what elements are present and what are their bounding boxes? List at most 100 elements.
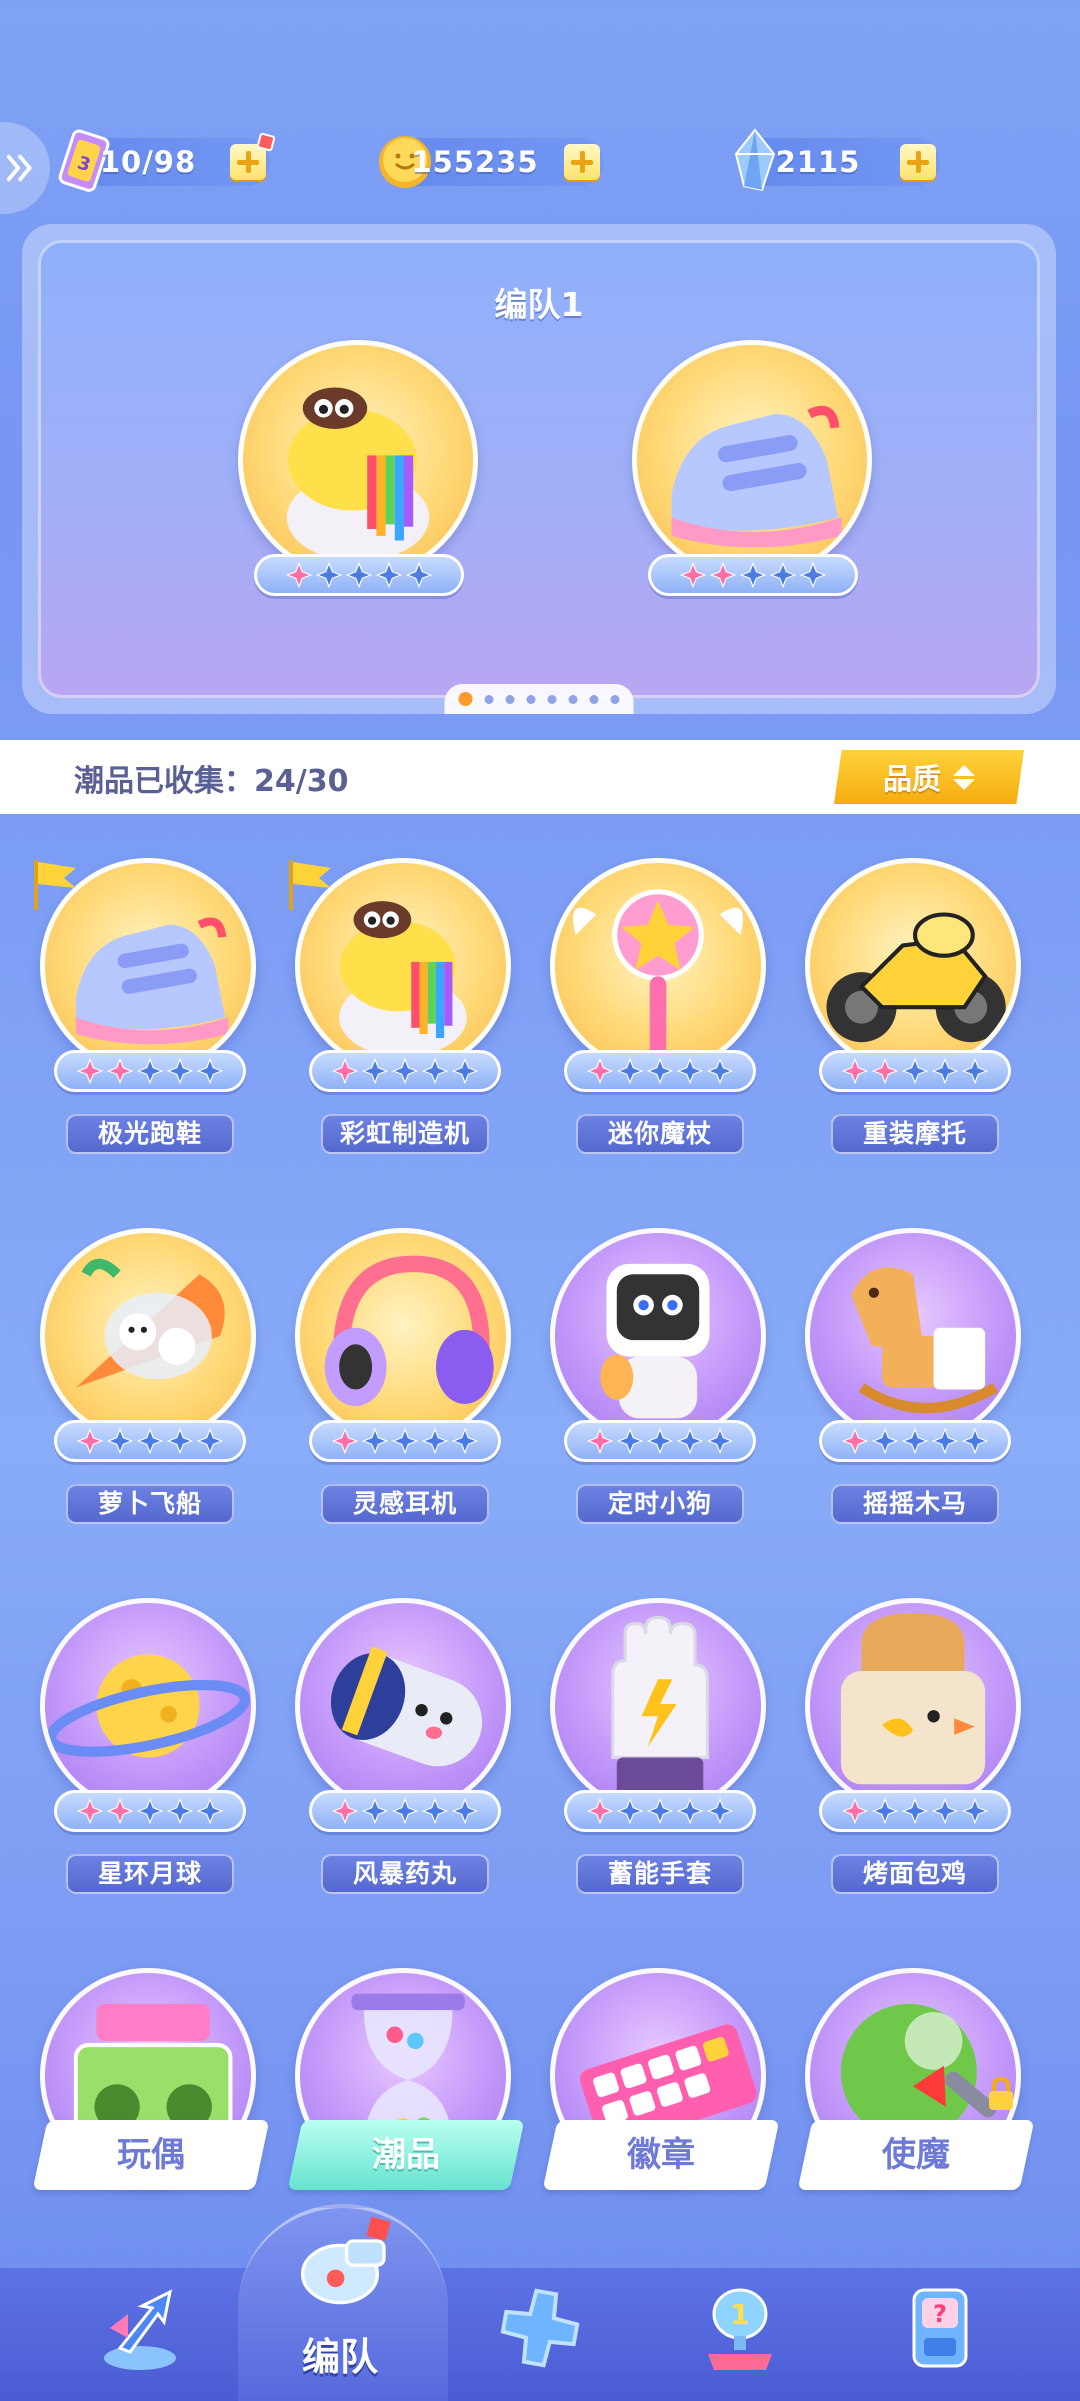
star-filled-icon [106,1057,134,1085]
flag-icon [289,860,331,910]
item-portrait [805,1598,1021,1814]
star-empty-icon [136,1797,164,1825]
sort-arrows-icon [953,764,975,790]
star-filled-icon [76,1427,104,1455]
star-filled-icon [586,1797,614,1825]
category-label: 潮品 [372,2135,440,2175]
star-empty-icon [361,1797,389,1825]
item-portrait [550,858,766,1074]
collection-item[interactable]: 烤面包鸡 [785,1598,1040,1898]
arrow-icon [104,2289,176,2370]
add-stamina-button[interactable] [230,132,276,180]
nav-item-mystery[interactable]: ? [870,2268,1010,2401]
star-empty-icon [961,1057,989,1085]
category-label: 徽章 [627,2135,695,2175]
pager-dot[interactable] [484,694,494,704]
team-pager[interactable] [444,684,634,714]
star-empty-icon [421,1797,449,1825]
rainbow-maker-icon [286,387,430,562]
collection-item[interactable]: 灵感耳机 [275,1228,530,1528]
star-rating [254,554,464,596]
star-empty-icon [196,1427,224,1455]
category-tab[interactable]: 使魔 [785,1968,1040,2198]
pager-dot[interactable] [458,692,473,706]
magic-wand-icon [573,889,743,1059]
nav-item-team[interactable] [270,2198,410,2331]
diamond-counter: 2115 [734,128,940,192]
star-empty-icon [391,1427,419,1455]
star-empty-icon [706,1797,734,1825]
carrot-ship-icon [75,1258,225,1388]
inspiration-headphones-icon [324,1255,494,1407]
team-slot-1[interactable] [238,340,478,596]
star-rating [54,1420,246,1462]
category-tab[interactable]: 徽章 [530,1968,785,2198]
star-empty-icon [646,1427,674,1455]
category-tab[interactable]: 玩偶 [20,1968,275,2198]
category-tab[interactable]: 潮品 [275,1968,530,2198]
collection-item[interactable]: 重装摩托 [785,858,1040,1158]
back-button[interactable] [0,122,50,214]
star-filled-icon [285,561,313,589]
star-empty-icon [375,561,403,589]
collection-item[interactable]: 摇摇木马 [785,1228,1040,1528]
item-portrait [295,1598,511,1814]
item-portrait [550,1598,766,1814]
star-empty-icon [616,1797,644,1825]
item-name: 极光跑鞋 [66,1114,234,1154]
item-name: 萝卜飞船 [66,1484,234,1524]
item-name: 灵感耳机 [321,1484,489,1524]
collection-header: 潮品已收集：24/30 品质 [0,740,1080,814]
star-filled-icon [331,1797,359,1825]
pager-dot[interactable] [589,694,599,704]
add-coin-button[interactable] [564,144,600,180]
quality-sort-button[interactable]: 品质 [834,750,1024,804]
collection-item[interactable]: 萝卜飞船 [20,1228,275,1528]
nav-item-trophy[interactable]: 1 [670,2268,810,2401]
pager-dot[interactable] [610,694,620,704]
star-empty-icon [405,561,433,589]
star-empty-icon [706,1427,734,1455]
collection-item[interactable]: 彩虹制造机 [275,858,530,1158]
collection-item[interactable]: 蓄能手套 [530,1598,785,1898]
item-portrait [40,1598,256,1814]
pager-dot[interactable] [547,694,557,704]
team-panel: 编队1 [22,224,1056,714]
nav-item-arrow[interactable] [70,2268,210,2401]
star-empty-icon [106,1427,134,1455]
collection-item[interactable]: 风暴药丸 [275,1598,530,1898]
pager-dot[interactable] [526,694,536,704]
nav-item-game[interactable] [470,2268,610,2401]
pager-dot[interactable] [568,694,578,704]
collection-item[interactable]: 极光跑鞋 [20,858,275,1158]
item-portrait [805,1228,1021,1444]
mystery-machine-icon: ? [912,2288,968,2368]
star-empty-icon [166,1057,194,1085]
collection-item[interactable]: 星环月球 [20,1598,275,1898]
category-label: 玩偶 [117,2135,185,2175]
star-rating [564,1420,756,1462]
star-empty-icon [646,1057,674,1085]
trophy-icon: 1 [708,2288,772,2370]
rocking-horse-icon [851,1267,998,1414]
star-filled-icon [841,1797,869,1825]
star-rating [819,1420,1011,1462]
star-empty-icon [361,1057,389,1085]
collection-item[interactable]: 迷你魔杖 [530,858,785,1158]
star-empty-icon [391,1797,419,1825]
star-rating [309,1790,501,1832]
add-diamond-button[interactable] [900,144,936,180]
star-empty-icon [616,1057,644,1085]
star-empty-icon [451,1427,479,1455]
star-empty-icon [799,561,827,589]
collection-item[interactable]: 定时小狗 [530,1228,785,1528]
star-empty-icon [706,1057,734,1085]
team-slot-2[interactable] [632,340,872,596]
coin-counter: 155235 [379,136,604,188]
star-empty-icon [871,1797,899,1825]
star-rating [309,1050,501,1092]
timer-puppy-icon [600,1263,710,1419]
star-empty-icon [345,561,373,589]
pager-dot[interactable] [505,694,515,704]
item-portrait [632,340,872,580]
